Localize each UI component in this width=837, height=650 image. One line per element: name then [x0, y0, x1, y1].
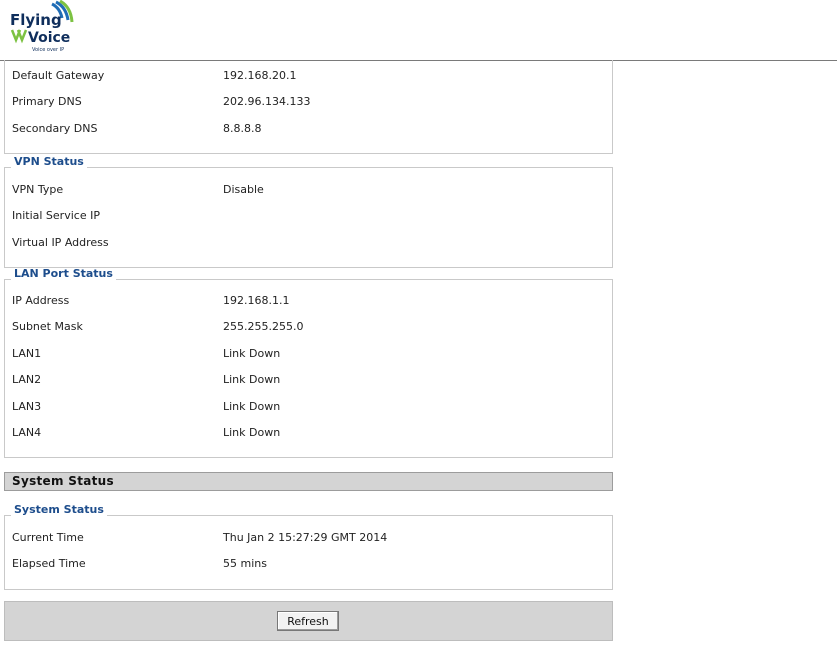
row-value: 202.96.134.133: [223, 95, 311, 108]
row-value: Link Down: [223, 426, 281, 439]
row-label: Virtual IP Address: [12, 236, 109, 249]
row-value: 255.255.255.0: [223, 320, 304, 333]
row-value: Link Down: [223, 373, 281, 386]
logo-tagline: Voice over IP: [32, 47, 64, 53]
row-label: LAN1: [12, 347, 42, 360]
row-value: 192.168.1.1: [223, 294, 290, 307]
row-label: Elapsed Time: [12, 557, 86, 570]
vpn-status-legend: VPN Status: [11, 156, 87, 168]
logo-line1: Flying: [10, 11, 62, 29]
row-label: LAN4: [12, 426, 42, 439]
wan-status-fieldset: Default Gateway 192.168.20.1 Primary DNS…: [4, 60, 613, 154]
row-label: LAN2: [12, 373, 42, 386]
section-title: System Status: [12, 474, 114, 488]
row-label: Current Time: [12, 531, 84, 544]
row-label: Secondary DNS: [12, 122, 98, 135]
row-label: IP Address: [12, 294, 70, 307]
row-label: Initial Service IP: [12, 209, 100, 222]
flying-voice-logo: Flying Voice Voice over IP: [8, 0, 76, 56]
logo-line2: Voice: [28, 30, 70, 46]
row-value: 8.8.8.8: [223, 122, 262, 135]
vpn-status-fieldset: VPN Status VPN Type Disable Initial Serv…: [4, 156, 613, 268]
lan-port-status-fieldset: LAN Port Status IP Address 192.168.1.1 S…: [4, 268, 613, 458]
logo-graphic: Flying Voice Voice over IP: [10, 0, 74, 53]
row-value: Link Down: [223, 347, 281, 360]
row-label: VPN Type: [12, 183, 64, 196]
row-value: Thu Jan 2 15:27:29 GMT 2014: [223, 531, 388, 544]
row-value: Link Down: [223, 400, 281, 413]
system-status-section-bar: System Status: [4, 472, 613, 491]
row-value: Disable: [223, 183, 264, 196]
row-label: LAN3: [12, 400, 42, 413]
row-label: Primary DNS: [12, 95, 82, 108]
row-label: Subnet Mask: [12, 320, 83, 333]
system-status-fieldset: System Status Current Time Thu Jan 2 15:…: [4, 504, 613, 590]
row-value: 55 mins: [223, 557, 267, 570]
system-status-legend: System Status: [11, 504, 107, 516]
lan-port-status-legend: LAN Port Status: [11, 268, 116, 280]
row-value: 192.168.20.1: [223, 69, 297, 82]
refresh-button[interactable]: Refresh: [277, 611, 339, 631]
footer-bar: Refresh: [4, 601, 613, 641]
row-label: Default Gateway: [12, 69, 105, 82]
